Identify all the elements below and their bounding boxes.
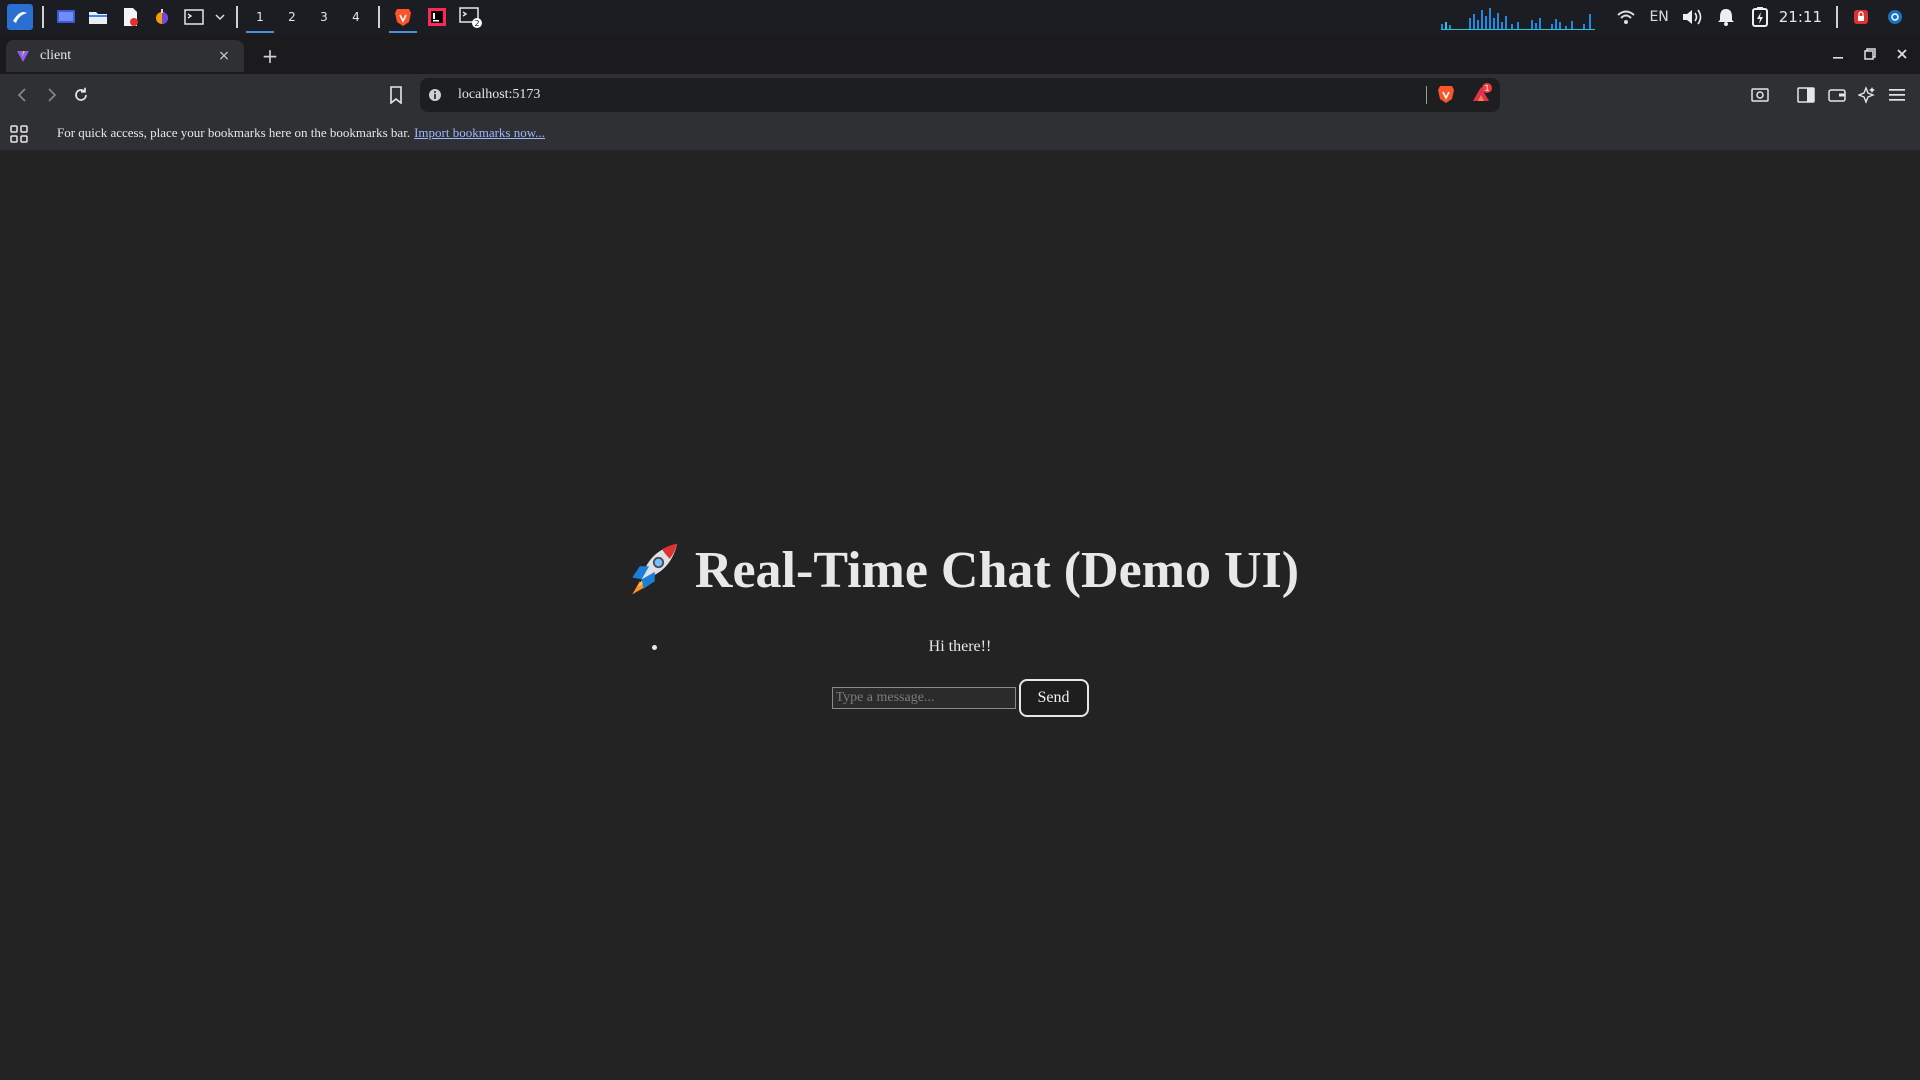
bookmarks-hint-text: For quick access, place your bookmarks h… xyxy=(57,125,411,140)
page-title-text: Real-Time Chat (Demo UI) xyxy=(694,541,1300,599)
bookmarks-bar-message: For quick access, place your bookmarks h… xyxy=(57,125,545,141)
message-input[interactable] xyxy=(831,687,1016,709)
network-activity-graph xyxy=(1441,8,1596,30)
vite-favicon-icon xyxy=(17,51,29,62)
brave-rewards-icon[interactable]: 1 xyxy=(1470,82,1494,111)
bookmarks-bar: For quick access, place your bookmarks h… xyxy=(0,116,1920,150)
brave-shields-icon[interactable] xyxy=(1436,83,1456,110)
workspace-3[interactable]: 3 xyxy=(308,0,340,34)
desktop-icon[interactable] xyxy=(53,4,79,30)
browser-tab-active[interactable]: client × xyxy=(6,40,244,72)
message-text: Hi there!! xyxy=(928,638,992,655)
back-arrow-icon[interactable] xyxy=(8,80,38,110)
workspace-2[interactable]: 2 xyxy=(276,0,308,34)
bookmark-icon[interactable] xyxy=(381,80,411,110)
workspace-1[interactable]: 1 xyxy=(244,0,276,34)
message-item: Hi there!! xyxy=(0,638,1920,656)
taskbar-separator xyxy=(1836,6,1838,28)
browser-tab-strip: client × + xyxy=(0,34,1920,74)
terminal-task-icon[interactable]: 2 xyxy=(457,0,485,34)
intellij-task-icon[interactable] xyxy=(423,0,451,34)
clock[interactable]: 21:11 xyxy=(1779,8,1822,26)
vpn-lock-icon[interactable] xyxy=(1850,6,1872,28)
file-manager-icon[interactable] xyxy=(85,4,111,30)
reload-icon[interactable] xyxy=(66,80,96,110)
tab-close-icon[interactable]: × xyxy=(214,48,234,64)
address-bar-separator xyxy=(1426,86,1427,104)
notifications-bell-icon[interactable] xyxy=(1715,6,1737,28)
session-indicator-icon[interactable] xyxy=(1884,6,1906,28)
rewards-badge-count: 1 xyxy=(1484,84,1489,93)
os-taskbar: 1 2 3 4 2 EN 21:11 xyxy=(0,0,1920,34)
document-viewer-icon[interactable] xyxy=(117,4,143,30)
address-bar[interactable]: localhost:5173 1 xyxy=(420,78,1500,112)
menu-hamburger-icon[interactable] xyxy=(1882,80,1912,110)
tab-title: client xyxy=(40,48,72,63)
terminal-count-badge: 2 xyxy=(474,19,479,28)
system-tray: EN 21:11 xyxy=(1441,0,1920,34)
workspace-4[interactable]: 4 xyxy=(340,0,372,34)
taskbar-separator xyxy=(236,6,238,28)
restore-window-icon[interactable] xyxy=(1854,34,1886,74)
chevron-down-icon[interactable] xyxy=(213,4,227,30)
taskbar-separator xyxy=(42,6,44,28)
url-text[interactable]: localhost:5173 xyxy=(458,87,540,103)
terminal-launcher-icon[interactable] xyxy=(181,4,207,30)
leo-ai-icon[interactable] xyxy=(1852,80,1882,110)
brave-browser-task-icon[interactable] xyxy=(389,0,417,34)
color-picker-icon[interactable] xyxy=(149,4,175,30)
wallet-icon[interactable] xyxy=(1822,80,1852,110)
battery-charging-icon[interactable] xyxy=(1749,6,1771,28)
forward-arrow-icon[interactable] xyxy=(36,80,66,110)
close-window-icon[interactable] xyxy=(1886,34,1918,74)
page-viewport: Real-Time Chat (Demo UI) Hi there!! Send xyxy=(0,150,1920,1080)
message-list: Hi there!! xyxy=(0,638,1920,656)
apps-grid-icon[interactable] xyxy=(10,125,28,148)
minimize-window-icon[interactable] xyxy=(1822,34,1854,74)
new-tab-button[interactable]: + xyxy=(256,42,284,70)
message-composer: Send xyxy=(0,679,1920,717)
list-bullet xyxy=(652,645,657,650)
start-menu-icon[interactable] xyxy=(7,4,33,30)
import-bookmarks-link[interactable]: Import bookmarks now... xyxy=(414,125,545,140)
send-button[interactable]: Send xyxy=(1018,679,1089,717)
page-title: Real-Time Chat (Demo UI) xyxy=(0,540,1920,600)
taskbar-launchers: 1 2 3 4 2 xyxy=(0,0,488,34)
sidebar-toggle-icon[interactable] xyxy=(1791,80,1821,110)
wifi-icon[interactable] xyxy=(1615,6,1637,28)
volume-icon[interactable] xyxy=(1681,6,1703,28)
taskbar-separator xyxy=(378,6,380,28)
keyboard-layout-indicator[interactable]: EN xyxy=(1649,9,1668,25)
rocket-icon xyxy=(632,543,678,595)
site-info-icon[interactable] xyxy=(428,88,442,102)
browser-toolbar: localhost:5173 1 xyxy=(0,74,1920,116)
screenshot-search-icon[interactable] xyxy=(1745,80,1775,110)
